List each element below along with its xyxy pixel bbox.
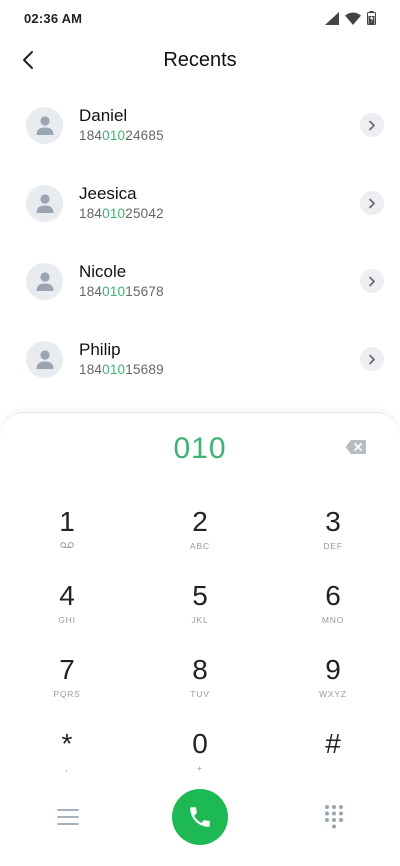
key-digit: 7 <box>59 654 75 685</box>
contact-number: 18401015678 <box>79 284 164 299</box>
key-letters: MNO <box>321 615 345 625</box>
voicemail-icon <box>60 542 74 548</box>
key-4[interactable]: 4 GHI <box>12 579 122 643</box>
key-digit: 9 <box>325 654 341 685</box>
dialpad-sheet: 010 1 2 ABC 3 DEF 4 GHI 5 JKL 6 MNO 7 PQ… <box>0 412 400 866</box>
key-hash[interactable]: # <box>278 727 388 791</box>
key-0[interactable]: 0 + <box>145 727 255 791</box>
contact-row[interactable]: Nicole 18401015678 <box>0 242 400 320</box>
chevron-left-icon <box>23 51 33 69</box>
key-5[interactable]: 5 JKL <box>145 579 255 643</box>
key-letters: JKL <box>191 615 209 625</box>
number-match-highlight: 010 <box>102 362 126 377</box>
dialed-number-display[interactable]: 010 <box>0 429 400 469</box>
key-letters: TUV <box>190 689 210 699</box>
key-2[interactable]: 2 ABC <box>145 505 255 569</box>
contact-name: Philip <box>79 340 121 359</box>
key-3[interactable]: 3 DEF <box>278 505 388 569</box>
backspace-icon <box>345 440 366 454</box>
key-letters: WXYZ <box>319 689 347 699</box>
battery-icon <box>367 11 376 25</box>
key-letters: DEF <box>323 541 343 551</box>
key-letters: + <box>197 763 203 773</box>
key-digit: 2 <box>192 506 208 537</box>
avatar <box>26 184 63 222</box>
key-digit: 0 <box>192 728 208 759</box>
number-match-highlight: 010 <box>102 206 126 221</box>
menu-button[interactable] <box>52 803 84 831</box>
back-button[interactable] <box>12 44 44 76</box>
contact-row[interactable]: Daniel 18401024685 <box>0 86 400 164</box>
key-8[interactable]: 8 TUV <box>145 653 255 717</box>
status-icons <box>325 11 376 25</box>
person-icon <box>36 350 53 369</box>
key-letters: , <box>65 763 69 773</box>
phone-icon <box>190 807 210 827</box>
backspace-button[interactable] <box>344 437 368 457</box>
contact-details-button[interactable] <box>360 347 384 371</box>
contact-row[interactable]: Philip 18401015689 <box>0 320 400 398</box>
wifi-icon <box>345 12 361 25</box>
key-9[interactable]: 9 WXYZ <box>278 653 388 717</box>
key-letters: PQRS <box>53 689 81 699</box>
keypad-toggle-button[interactable] <box>318 801 350 833</box>
avatar <box>26 106 63 144</box>
contact-number: 18401015689 <box>79 362 164 377</box>
key-digit: 1 <box>59 506 75 537</box>
chevron-right-icon <box>369 120 375 130</box>
key-digit: 6 <box>325 580 341 611</box>
key-7[interactable]: 7 PQRS <box>12 653 122 717</box>
key-digit: 3 <box>325 506 341 537</box>
dialer-action-bar <box>0 787 400 847</box>
contact-name: Jeesica <box>79 184 137 203</box>
menu-icon <box>57 809 79 825</box>
contact-row[interactable]: Jeesica 18401025042 <box>0 164 400 242</box>
contact-name: Nicole <box>79 262 127 281</box>
number-match-highlight: 010 <box>102 284 126 299</box>
recents-list: Daniel 18401024685 Jeesica 18401025042 N… <box>0 86 400 398</box>
key-star[interactable]: * , <box>12 727 122 791</box>
key-digit: 4 <box>59 580 75 611</box>
avatar <box>26 262 63 300</box>
number-match-highlight: 010 <box>102 128 126 143</box>
person-icon <box>36 116 53 135</box>
app-header: Recents <box>0 36 400 84</box>
signal-icon <box>325 11 339 25</box>
key-digit: * <box>61 728 73 759</box>
page-title: Recents <box>163 48 237 71</box>
person-icon <box>36 194 53 213</box>
contact-number: 18401025042 <box>79 206 164 221</box>
avatar <box>26 340 63 378</box>
key-1[interactable]: 1 <box>12 505 122 569</box>
contact-details-button[interactable] <box>360 191 384 215</box>
key-6[interactable]: 6 MNO <box>278 579 388 643</box>
key-digit: 5 <box>192 580 208 611</box>
key-letters: ABC <box>190 541 210 551</box>
chevron-right-icon <box>369 354 375 364</box>
contact-number: 18401024685 <box>79 128 164 143</box>
key-digit: # <box>325 728 341 759</box>
person-icon <box>36 272 53 291</box>
contact-name: Daniel <box>79 106 128 125</box>
call-button[interactable] <box>172 789 228 845</box>
chevron-right-icon <box>369 276 375 286</box>
status-time: 02:36 AM <box>24 10 83 26</box>
key-digit: 8 <box>192 654 208 685</box>
key-letters: GHI <box>58 615 76 625</box>
contact-details-button[interactable] <box>360 269 384 293</box>
status-bar: 02:36 AM <box>0 0 400 36</box>
chevron-right-icon <box>369 198 375 208</box>
dialpad-icon <box>325 805 343 829</box>
contact-details-button[interactable] <box>360 113 384 137</box>
